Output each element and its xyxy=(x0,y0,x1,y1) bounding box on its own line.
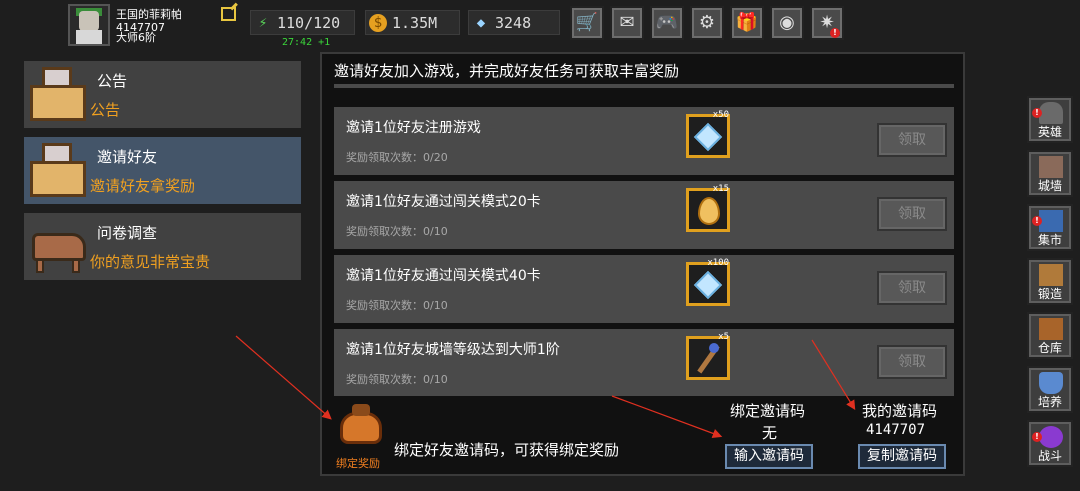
gear-icon[interactable]: ⚙ xyxy=(690,6,724,40)
gold-stat: $ 1.35M xyxy=(365,10,460,35)
claim-button[interactable]: 领取 xyxy=(877,123,947,157)
task-progress: 奖励领取次数：0/10 xyxy=(346,299,448,312)
reward-count: x5 xyxy=(718,332,729,342)
diamond-icon[interactable]: x50 xyxy=(686,110,730,158)
bind-code-title: 绑定邀请码 xyxy=(730,402,806,420)
annotation-arrow xyxy=(235,335,332,420)
gamepad-icon[interactable]: 🎮 xyxy=(650,6,684,40)
task-row-partial xyxy=(334,84,954,88)
fireworks-icon[interactable]: ✷! xyxy=(810,6,844,40)
gem-stat: ◆ 3248 xyxy=(468,10,560,35)
task-title: 邀请1位好友城墙等级达到大师1阶 xyxy=(346,342,560,358)
side-button-label: 城墙 xyxy=(1037,179,1062,193)
chest-icon xyxy=(1039,318,1063,340)
task-title: 邀请1位好友通过闯关模式20卡 xyxy=(346,194,541,210)
trophy-icon xyxy=(1039,372,1063,394)
helmet-icon xyxy=(1039,102,1063,124)
energy-icon: ⚡ xyxy=(258,15,268,31)
alert-badge-icon: ! xyxy=(830,28,840,38)
task-list[interactable]: 邀请1位好友注册游戏 奖励领取次数：0/20 x50 领取 邀请1位好友通过闯关… xyxy=(334,84,954,396)
reward-count: x15 xyxy=(712,184,729,194)
envelope-icon xyxy=(28,141,86,197)
alert-badge-icon: ! xyxy=(1032,108,1042,118)
nav-item-subtitle: 你的意见非常宝贵 xyxy=(90,253,211,271)
task-row: 邀请1位好友注册游戏 奖励领取次数：0/20 x50 领取 xyxy=(334,107,954,175)
task-row: 邀请1位好友城墙等级达到大师1阶 奖励领取次数：0/10 x5 领取 xyxy=(334,329,954,396)
reward-count: x50 xyxy=(712,110,729,120)
mail-icon[interactable]: ✉ xyxy=(610,6,644,40)
claim-button[interactable]: 领取 xyxy=(877,271,947,305)
energy-stat: ⚡ 110/120 xyxy=(250,10,355,35)
alert-badge-icon: ! xyxy=(1032,432,1042,442)
wolf-icon xyxy=(28,217,86,273)
side-button-label: 战斗 xyxy=(1037,449,1062,463)
shop-cart-icon[interactable]: 🛒 xyxy=(570,6,604,40)
panel-header: 邀请好友加入游戏，并完成好友任务可获取丰富奖励 xyxy=(334,62,680,80)
nav-item-announcement[interactable]: 公告 公告 xyxy=(24,61,301,128)
task-row: 邀请1位好友通过闯关模式40卡 奖励领取次数：0/10 x100 领取 xyxy=(334,255,954,323)
gem-icon: ◆ xyxy=(476,15,486,31)
reward-count: x100 xyxy=(707,258,729,268)
side-button-market[interactable]: ! 集市 xyxy=(1027,204,1073,251)
nav-item-title: 公告 xyxy=(97,72,128,90)
invite-panel: 邀请好友加入游戏，并完成好友任务可获取丰富奖励 邀请1位好友注册游戏 奖励领取次… xyxy=(320,52,965,476)
claim-button[interactable]: 领取 xyxy=(877,345,947,379)
side-button-label: 锻造 xyxy=(1037,287,1062,301)
task-title: 邀请1位好友注册游戏 xyxy=(346,120,481,136)
nav-item-survey[interactable]: 问卷调查 你的意见非常宝贵 xyxy=(24,213,301,280)
avatar-body xyxy=(76,30,102,44)
player-name: 王国的菲莉帕 xyxy=(116,8,182,21)
color-wheel-icon[interactable]: ◉ xyxy=(770,6,804,40)
money-bag-icon xyxy=(340,412,382,444)
my-code-value: 4147707 xyxy=(866,422,926,438)
task-title: 邀请1位好友通过闯关模式40卡 xyxy=(346,268,541,284)
side-button-heroes[interactable]: ! 英雄 xyxy=(1027,96,1073,143)
side-button-forge[interactable]: 锻造 xyxy=(1027,258,1073,305)
nav-item-title: 问卷调查 xyxy=(97,224,158,242)
enter-invite-code-button[interactable]: 输入邀请码 xyxy=(725,444,813,469)
bind-code-value: 无 xyxy=(762,424,778,442)
energy-timer: 27:42 +1 xyxy=(282,37,331,48)
gift-icon[interactable]: 🎁 xyxy=(730,6,764,40)
avatar[interactable] xyxy=(68,4,110,46)
diamond-icon[interactable]: x100 xyxy=(686,258,730,306)
gold-value: 1.35M xyxy=(392,14,438,32)
avatar-face xyxy=(79,11,99,31)
task-progress: 奖励领取次数：0/10 xyxy=(346,373,448,386)
nav-item-invite-friends[interactable]: 邀请好友 邀请好友拿奖励 xyxy=(24,137,301,204)
bind-reward-label: 绑定奖励 xyxy=(336,457,380,470)
task-progress: 奖励领取次数：0/20 xyxy=(346,151,448,164)
alert-badge-icon: ! xyxy=(1032,216,1042,226)
edit-icon[interactable] xyxy=(221,7,236,21)
side-button-wall[interactable]: 城墙 xyxy=(1027,150,1073,197)
portal-icon xyxy=(1039,426,1063,448)
side-button-label: 仓库 xyxy=(1037,341,1062,355)
staff-icon[interactable]: x5 xyxy=(686,332,730,380)
bind-description: 绑定好友邀请码，可获得绑定奖励 xyxy=(394,441,620,459)
energy-value: 110/120 xyxy=(277,14,341,32)
side-button-warehouse[interactable]: 仓库 xyxy=(1027,312,1073,359)
task-progress: 奖励领取次数：0/10 xyxy=(346,225,448,238)
gem-value: 3248 xyxy=(495,14,532,32)
task-row: 邀请1位好友通过闯关模式20卡 奖励领取次数：0/10 x15 领取 xyxy=(334,181,954,249)
egg-icon[interactable]: x15 xyxy=(686,184,730,232)
gold-coin-icon: $ xyxy=(369,14,387,32)
side-button-label: 英雄 xyxy=(1037,125,1062,139)
nav-item-title: 邀请好友 xyxy=(97,148,158,166)
player-rank: 大师6阶 xyxy=(116,31,156,44)
side-button-cultivate[interactable]: 培养 xyxy=(1027,366,1073,413)
nav-item-subtitle: 公告 xyxy=(90,101,121,119)
nav-item-subtitle: 邀请好友拿奖励 xyxy=(90,177,196,195)
side-button-battle[interactable]: ! 战斗 xyxy=(1027,420,1073,467)
side-button-label: 集市 xyxy=(1037,233,1062,247)
my-code-title: 我的邀请码 xyxy=(862,402,938,420)
copy-invite-code-button[interactable]: 复制邀请码 xyxy=(858,444,946,469)
market-stall-icon xyxy=(1039,210,1063,232)
claim-button[interactable]: 领取 xyxy=(877,197,947,231)
anvil-icon xyxy=(1039,264,1063,286)
top-bar: 王国的菲莉帕 4147707 大师6阶 ⚡ 110/120 27:42 +1 $… xyxy=(0,0,1080,48)
side-button-label: 培养 xyxy=(1037,395,1062,409)
castle-wall-icon xyxy=(1039,156,1063,178)
envelope-icon xyxy=(28,65,86,121)
